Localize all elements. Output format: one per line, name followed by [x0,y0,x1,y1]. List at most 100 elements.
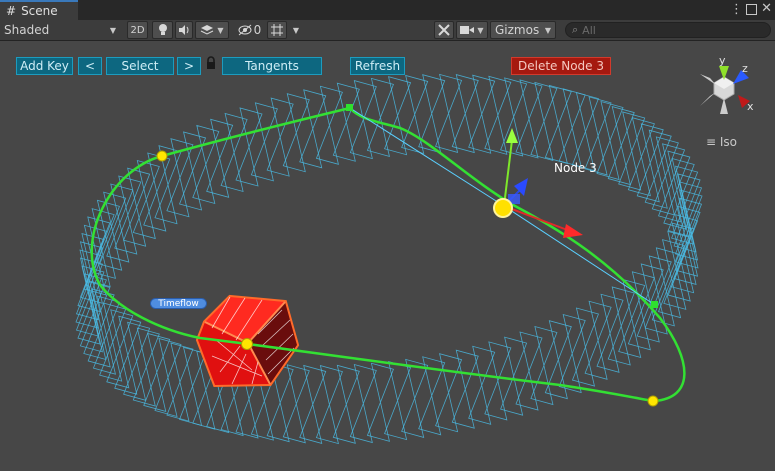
frame-outline [282,93,310,173]
frame-outline [179,346,207,426]
maximize-icon[interactable] [746,4,757,15]
next-node-button[interactable]: > [177,57,201,75]
frame-outline [435,353,463,433]
frame-outline [596,100,624,181]
shading-mode-dropdown[interactable]: Shaded ▼ [4,21,120,39]
select-button[interactable]: Select [106,57,174,75]
camera-icon [460,26,475,34]
select-label: Select [121,59,159,73]
gizmos-label: Gizmos [495,23,540,37]
lightbulb-icon [158,24,167,35]
scene-viewport[interactable]: Add Key < Select > Tangents Refresh Dele… [0,42,775,471]
timeflow-label: Timeflow [158,298,199,309]
lighting-toggle[interactable] [152,21,173,39]
frame-outline [558,88,586,168]
frame-outline [515,331,543,411]
grid-toggle[interactable] [267,21,287,39]
frame-outline [266,97,294,177]
tangents-label: Tangents [245,59,299,73]
next-label: > [183,59,195,73]
axis-z-label: z [742,62,748,75]
frame-outline [366,362,394,442]
spline-node[interactable] [647,395,659,407]
gizmos-dropdown[interactable]: Gizmos ▼ [490,21,556,39]
axis-y-label: y [719,54,726,67]
frame-outline [132,159,160,240]
tangent-handle-out[interactable] [651,301,658,308]
grid-snap-icon [271,24,283,36]
spline-frame-outlines [75,73,703,445]
frame-outline [384,361,412,441]
projection-toggle[interactable]: ≡ Iso [706,135,737,149]
spline-node[interactable] [241,338,253,350]
node-label: Node 3 [554,161,597,175]
kebab-menu-icon[interactable]: ⋮ [730,2,743,17]
camera-dropdown[interactable]: ▼ [456,21,488,39]
shading-mode-label: Shaded [4,23,50,37]
frame-outline [468,345,496,425]
frame-outline [500,336,528,416]
frame-outline [179,131,207,211]
chevron-down-icon: ▼ [292,25,300,35]
timeflow-icon[interactable]: Timeflow [150,298,207,309]
frame-outline [123,167,151,247]
delete-node-label: Delete Node 3 [517,59,604,73]
effects-dropdown[interactable]: ▼ [195,21,229,39]
frame-outline [658,239,686,319]
frame-outline [315,85,343,165]
grid-dropdown[interactable]: ▼ [289,21,303,39]
frame-outline [332,82,360,162]
chevron-down-icon: ▼ [477,25,484,35]
lock-icon[interactable] [205,56,217,70]
frame-outline [332,364,360,444]
frame-outline [607,286,635,366]
tangent-line-in [349,107,505,207]
frame-outline [401,358,429,438]
frame-outline [435,73,463,153]
refresh-label: Refresh [354,59,401,73]
add-key-label: Add Key [20,59,69,73]
frame-outline [618,278,646,359]
frame-outline [451,349,479,429]
frame-outline [384,76,412,156]
scene-visibility-toggle[interactable]: 0 [234,21,264,39]
frame-outline [349,363,377,444]
delete-node-button[interactable]: Delete Node 3 [511,57,611,75]
frame-outline [143,152,171,232]
frame-outline [235,107,263,187]
refresh-button[interactable]: Refresh [350,57,405,75]
grid-icon: # [6,4,17,18]
tangents-button[interactable]: Tangents [222,57,322,75]
spline-node[interactable] [156,150,168,162]
frame-outline [166,342,194,422]
tab-bar: # Scene ⋮ ✕ [0,0,775,20]
prev-node-button[interactable]: < [78,57,102,75]
mode-2d-label: 2D [130,24,145,36]
mode-2d-toggle[interactable]: 2D [127,21,148,39]
tools-button[interactable] [434,21,454,39]
frame-outline [484,341,512,421]
speaker-icon [179,25,189,35]
audio-toggle[interactable] [175,21,193,39]
frame-outline [282,364,310,444]
tab-scene[interactable]: # Scene [0,0,78,20]
chevron-down-icon: ▼ [109,25,116,35]
frame-outline [544,84,572,164]
eye-slash-icon [238,24,252,36]
layers-icon [201,25,214,35]
frame-outline [530,81,558,162]
frame-outline [627,117,655,197]
add-key-button[interactable]: Add Key [16,57,73,75]
frame-outline [154,337,182,418]
scene-toolbar: Shaded ▼ 2D ▼ 0 ▼ ▼ Gizmos ▼ ⌕ All [0,20,775,41]
tools-icon [438,24,450,36]
frame-outline [92,199,120,279]
frame-outline [571,92,599,172]
move-gizmo[interactable] [493,128,583,238]
projection-label: Iso [719,135,738,149]
tangent-handle-in[interactable] [346,104,353,111]
axis-x-label: x [747,100,754,113]
search-input[interactable]: ⌕ All [565,22,771,38]
close-icon[interactable]: ✕ [761,1,772,16]
frame-outline [299,89,327,169]
